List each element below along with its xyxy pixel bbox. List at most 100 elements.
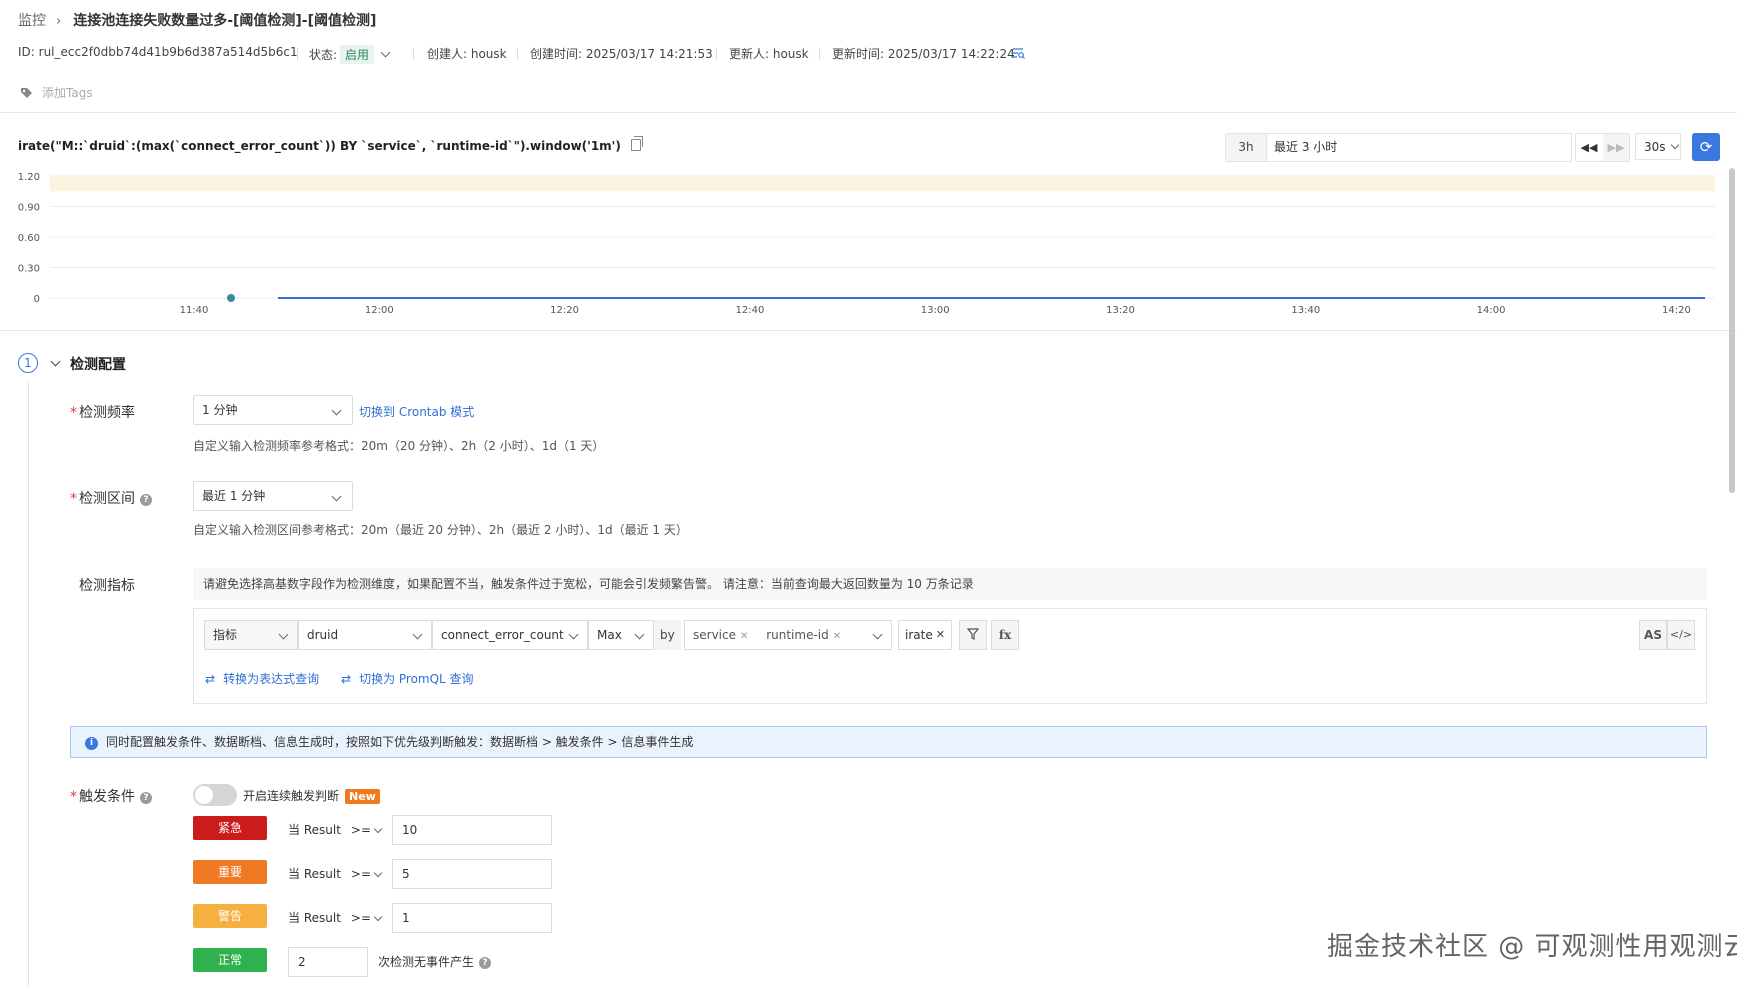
updater: 更新人: housk (729, 47, 809, 61)
y-tick-label: 1.20 (18, 172, 40, 183)
normal-suffix: 次检测无事件产生? (378, 953, 492, 970)
updated-at: 更新时间: 2025/03/17 14:22:24 (832, 47, 1015, 61)
time-range-short[interactable]: 3h (1226, 134, 1267, 161)
interval-select[interactable]: 最近 1 分钟 (193, 481, 353, 511)
data-point (227, 294, 235, 302)
time-range-input[interactable]: 最近 3 小时 (1274, 134, 1337, 161)
chevron-right-icon: › (56, 14, 62, 29)
help-icon[interactable]: ? (140, 792, 152, 804)
chevron-down-icon (373, 868, 383, 878)
created-at: 创建时间: 2025/03/17 14:21:53 (530, 47, 713, 61)
y-tick-label: 0.90 (18, 203, 40, 214)
scrollbar[interactable] (1728, 160, 1736, 980)
frequency-hint: 自定义输入检测频率参考格式：20m（20 分钟）、2h（2 小时）、1d（1 天… (193, 439, 605, 453)
filter-button[interactable] (959, 620, 987, 650)
important-threshold-input[interactable]: 5 (392, 859, 552, 889)
condition-expression: 当 Result >= (288, 909, 383, 926)
normal-count-input[interactable]: 2 (288, 947, 368, 977)
query-builder: 指标 druid connect_error_count Max by serv… (193, 608, 1707, 704)
collapse-chevron-icon[interactable] (50, 356, 61, 367)
x-tick-label: 11:40 (180, 305, 209, 316)
history-list-icon[interactable] (1012, 47, 1025, 59)
metric-chart: 1.20 0.90 0.60 0.30 0 11:40 12:00 12:20 12:40 13:… (18, 172, 1715, 316)
add-tags-button[interactable]: 添加Tags (20, 84, 93, 101)
priority-info-banner: i 同时配置触发条件、数据断档、信息生成时，按照如下优先级判断触发：数据断档 > … (70, 726, 1707, 758)
function-chip[interactable]: irate ✕ (898, 620, 952, 650)
group-by-tag: runtime-id ✕ (766, 628, 842, 642)
operator-select[interactable]: >= (351, 823, 383, 837)
refresh-interval-select[interactable]: 30s (1635, 133, 1681, 160)
rewind-icon[interactable]: ◀◀ (1576, 134, 1602, 161)
copy-icon[interactable] (630, 136, 643, 151)
remove-tag-icon[interactable]: ✕ (740, 631, 748, 642)
warning-threshold-input[interactable]: 1 (392, 903, 552, 933)
trigger-label: * 触发条件? (70, 786, 152, 806)
aggregation-select[interactable]: Max (588, 620, 654, 650)
chevron-down-icon (380, 47, 391, 58)
continuous-trigger-toggle[interactable] (193, 784, 237, 806)
help-icon[interactable]: ? (140, 494, 152, 506)
x-tick-label: 14:20 (1662, 305, 1691, 316)
scrollbar-thumb[interactable] (1729, 168, 1735, 493)
frequency-select[interactable]: 1 分钟 (193, 395, 353, 425)
operator-select[interactable]: >= (351, 867, 383, 881)
measurement-select[interactable]: druid (298, 620, 432, 650)
breadcrumb: 监控 › 连接池连接失败数量过多-[阈值检测]-[阈值检测] (18, 10, 376, 30)
status-field[interactable]: 状态: 启用 (309, 45, 391, 64)
severity-warning-tag: 警告 (193, 904, 267, 928)
help-icon[interactable]: ? (479, 957, 492, 969)
refresh-icon: ⟳ (1699, 138, 1713, 156)
severity-important-tag: 重要 (193, 860, 267, 884)
operator-select[interactable]: >= (351, 911, 383, 925)
status-label: 状态: (309, 48, 338, 62)
swap-icon: ⇄ (205, 672, 216, 686)
alias-button[interactable]: AS (1639, 620, 1667, 650)
convert-expression-link[interactable]: ⇄ 转换为表达式查询 (205, 670, 319, 687)
x-tick-label: 12:40 (735, 305, 764, 316)
breadcrumb-root-link[interactable]: 监控 (18, 13, 46, 29)
critical-threshold-input[interactable]: 10 (392, 815, 552, 845)
refresh-interval-value: 30s (1644, 140, 1666, 154)
chevron-down-icon (568, 629, 579, 640)
threshold-band (50, 176, 1715, 192)
x-tick-label: 12:20 (550, 305, 579, 316)
refresh-button[interactable]: ⟳ (1692, 133, 1720, 161)
rule-id: ID: rul_ecc2f0dbb74d41b9b6d387a514d5b6c1 (18, 45, 298, 59)
code-view-button[interactable]: </> (1667, 620, 1695, 650)
forward-icon[interactable]: ▶▶ (1603, 134, 1629, 161)
severity-normal-tag: 正常 (193, 948, 267, 972)
source-type-select[interactable]: 指标 (204, 620, 298, 650)
x-tick-label: 13:20 (1106, 305, 1135, 316)
y-tick-label: 0.30 (18, 264, 40, 275)
swap-icon: ⇄ (341, 672, 352, 686)
query-text: irate("M::`druid`:(max(`connect_error_co… (18, 139, 621, 153)
field-select[interactable]: connect_error_count (432, 620, 588, 650)
function-button[interactable]: fx (991, 620, 1019, 650)
chevron-down-icon (331, 405, 342, 416)
crontab-mode-link[interactable]: 切换到 Crontab 模式 (359, 403, 474, 420)
frequency-label: * 检测频率 (70, 405, 135, 421)
add-tags-label: 添加Tags (42, 86, 93, 100)
x-tick-label: 12:00 (365, 305, 394, 316)
frequency-value: 1 分钟 (202, 403, 238, 417)
status-badge: 启用 (340, 45, 375, 64)
x-tick-label: 14:00 (1477, 305, 1506, 316)
remove-function-icon[interactable]: ✕ (936, 621, 945, 649)
tag-icon (21, 88, 32, 98)
remove-tag-icon[interactable]: ✕ (833, 631, 841, 642)
severity-critical-tag: 紧急 (193, 816, 267, 840)
interval-value: 最近 1 分钟 (202, 489, 266, 503)
step-number: 1 (18, 353, 38, 373)
chevron-down-icon (634, 629, 645, 640)
condition-expression: 当 Result >= (288, 821, 383, 838)
info-icon: i (85, 737, 98, 750)
time-range-picker[interactable]: 3h 最近 3 小时 (1225, 133, 1572, 162)
chevron-down-icon (373, 912, 383, 922)
switch-promql-link[interactable]: ⇄ 切换为 PromQL 查询 (341, 670, 474, 687)
time-nav-group: ◀◀ ▶▶ (1575, 133, 1630, 162)
interval-hint: 自定义输入检测区间参考格式：20m（最近 20 分钟）、2h（最近 2 小时）、… (193, 523, 688, 537)
new-badge: New (345, 789, 380, 804)
by-label: by (654, 620, 681, 650)
group-by-select[interactable]: service ✕ runtime-id ✕ (684, 620, 892, 650)
info-text: 同时配置触发条件、数据断档、信息生成时，按照如下优先级判断触发：数据断档 > 触… (106, 735, 694, 749)
